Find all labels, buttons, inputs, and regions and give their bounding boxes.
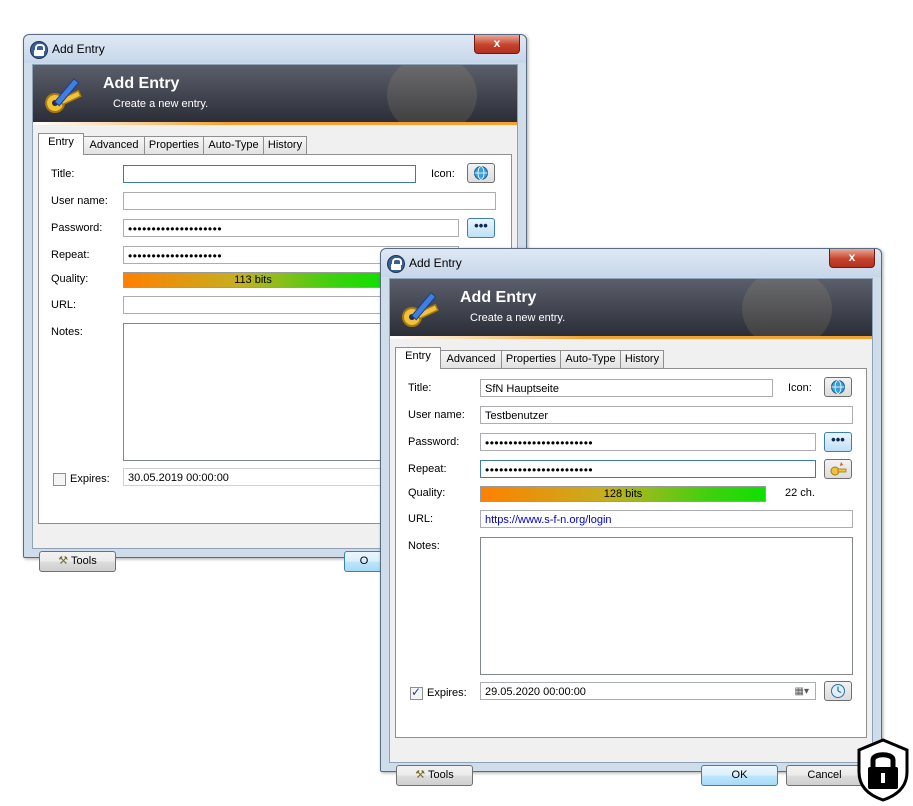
expires-label: Expires: — [427, 687, 467, 699]
notes-textarea[interactable] — [123, 323, 385, 461]
tab-history[interactable]: History — [263, 136, 307, 154]
password-input[interactable]: •••••••••••••••••••• — [123, 219, 459, 237]
password-label: Password: — [408, 436, 460, 448]
ok-button[interactable]: OK — [701, 765, 778, 786]
banner-subtitle: Create a new entry. — [113, 98, 209, 110]
quality-label: Quality: — [51, 273, 89, 285]
quality-bar: 128 bits — [480, 486, 766, 502]
notes-label: Notes: — [408, 540, 440, 552]
cancel-button[interactable]: Cancel — [786, 765, 863, 786]
expires-label: Expires: — [70, 473, 110, 485]
tab-entry[interactable]: Entry — [38, 133, 84, 155]
calendar-icon[interactable]: ▦▾ — [795, 683, 809, 699]
expires-date-input[interactable]: 29.05.2020 00:00:00 ▦▾ — [480, 682, 816, 700]
key-pen-icon — [402, 292, 439, 327]
lock-badge-icon — [857, 738, 909, 802]
username-label: User name: — [51, 195, 108, 207]
expires-checkbox[interactable] — [410, 685, 423, 700]
lock-icon — [387, 255, 405, 273]
tab-history[interactable]: History — [620, 350, 664, 368]
repeat-password-input[interactable]: ••••••••••••••••••••••• — [480, 460, 816, 478]
globe-icon — [831, 380, 845, 394]
banner-title: Add Entry — [460, 289, 537, 306]
url-input[interactable] — [123, 296, 383, 314]
title-input[interactable]: SfN Hauptseite — [480, 379, 773, 397]
tab-advanced[interactable]: Advanced — [83, 136, 145, 154]
username-input[interactable] — [123, 192, 496, 210]
globe-icon — [474, 166, 488, 180]
url-label: URL: — [408, 513, 434, 525]
clock-icon — [831, 684, 845, 698]
expires-date-input[interactable]: 30.05.2019 00:00:00 — [123, 468, 383, 486]
tools-icon: ⚒ — [58, 555, 69, 567]
expires-checkbox[interactable] — [53, 473, 66, 486]
repeat-label: Repeat: — [408, 463, 447, 475]
lock-icon — [30, 41, 48, 59]
quality-label: Quality: — [408, 487, 446, 499]
tab-auto-type[interactable]: Auto-Type — [560, 350, 621, 368]
title-label: Title: — [51, 168, 75, 180]
front-add-entry-window: Add Entry x Add Entry Create a new entry… — [380, 248, 882, 786]
tab-auto-type[interactable]: Auto-Type — [203, 136, 264, 154]
show-password-button[interactable]: ••• — [824, 432, 852, 452]
password-generator-button[interactable] — [824, 459, 852, 479]
dialog-body: Add Entry Create a new entry. Entry Adva… — [389, 278, 873, 786]
banner-decoration — [387, 65, 477, 123]
window-title: Add Entry — [52, 42, 105, 56]
show-password-icon: ••• — [474, 218, 488, 233]
title-label: Title: — [408, 382, 432, 394]
char-count: 22 ch. — [785, 487, 815, 499]
repeat-label: Repeat: — [51, 249, 90, 261]
password-label: Password: — [51, 222, 103, 234]
expiry-presets-button[interactable] — [824, 681, 852, 701]
username-input[interactable]: Testbenutzer — [480, 406, 853, 424]
tab-entry[interactable]: Entry — [395, 347, 441, 369]
icon-label: Icon: — [431, 168, 455, 180]
show-password-icon: ••• — [831, 432, 845, 447]
tab-advanced[interactable]: Advanced — [440, 350, 502, 368]
tab-properties[interactable]: Properties — [144, 136, 204, 154]
quality-bar: 113 bits — [123, 272, 383, 288]
tab-properties[interactable]: Properties — [501, 350, 561, 368]
tools-icon: ⚒ — [415, 769, 426, 781]
close-button[interactable]: x — [829, 249, 875, 268]
title-bar[interactable]: Add Entry x — [381, 249, 881, 277]
key-pen-icon — [45, 78, 82, 113]
notes-textarea[interactable] — [480, 537, 853, 675]
banner: Add Entry Create a new entry. — [390, 279, 872, 337]
banner-title: Add Entry — [103, 75, 180, 92]
notes-label: Notes: — [51, 326, 83, 338]
close-button[interactable]: x — [474, 35, 520, 54]
tools-button[interactable]: ⚒ Tools — [396, 765, 473, 786]
title-input[interactable] — [123, 165, 416, 183]
window-title: Add Entry — [409, 256, 462, 270]
icon-label: Icon: — [788, 382, 812, 394]
show-password-button[interactable]: ••• — [467, 218, 495, 238]
url-label: URL: — [51, 299, 77, 311]
banner-accent-line — [390, 336, 872, 339]
banner-decoration — [742, 279, 832, 337]
expires-date-value: 29.05.2020 00:00:00 — [485, 686, 586, 698]
banner: Add Entry Create a new entry. — [33, 65, 517, 123]
banner-accent-line — [33, 122, 517, 125]
ok-button[interactable]: O — [344, 551, 384, 572]
entry-tab-page: Title: SfN Hauptseite Icon: User name: T… — [395, 368, 867, 738]
password-generator-icon — [830, 462, 847, 476]
tools-button[interactable]: ⚒ Tools — [39, 551, 116, 572]
title-bar[interactable]: Add Entry x — [24, 35, 526, 63]
tools-label: Tools — [71, 555, 97, 567]
username-label: User name: — [408, 409, 465, 421]
banner-subtitle: Create a new entry. — [470, 312, 566, 324]
url-input[interactable]: https://www.s-f-n.org/login — [480, 510, 853, 528]
password-input[interactable]: ••••••••••••••••••••••• — [480, 433, 816, 451]
tools-label: Tools — [428, 769, 454, 781]
icon-picker-button[interactable] — [467, 163, 495, 183]
icon-picker-button[interactable] — [824, 377, 852, 397]
